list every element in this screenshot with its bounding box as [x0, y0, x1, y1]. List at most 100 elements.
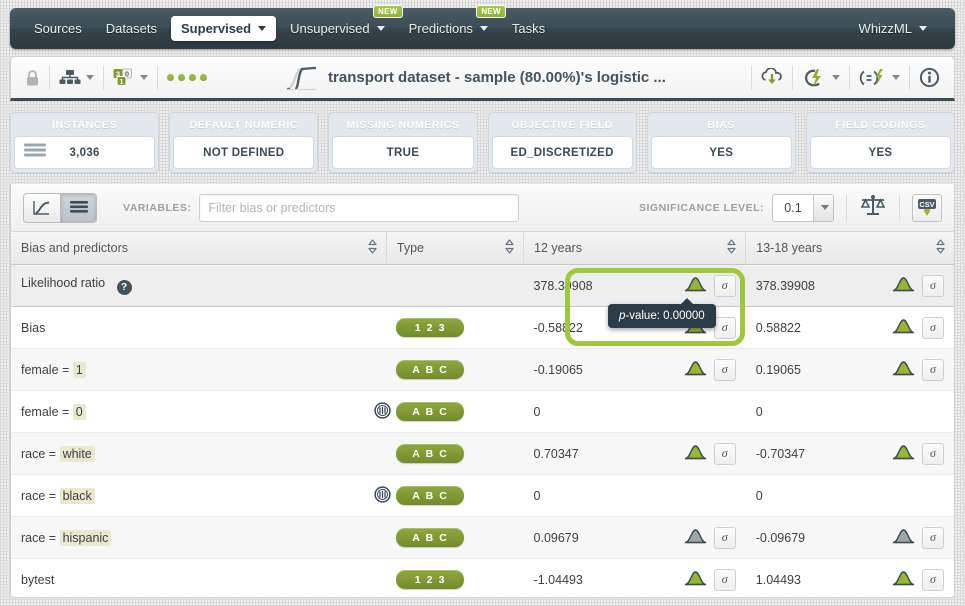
- column-header-13-18-years[interactable]: 13-18 years: [745, 232, 954, 265]
- nav-inner: Sources Datasets Supervised Unsupervised…: [10, 5, 955, 49]
- distribution-icon[interactable]: [892, 276, 915, 295]
- distribution-icon[interactable]: [684, 360, 707, 379]
- card-value: ED_DISCRETIZED: [510, 146, 614, 159]
- summary-card-missing-numerics: MISSING NUMERICS TRUE: [328, 112, 478, 173]
- nav-item-sources[interactable]: Sources: [24, 16, 92, 41]
- sigma-button[interactable]: σ: [713, 568, 736, 591]
- nav-label: Datasets: [105, 21, 158, 36]
- sigma-button[interactable]: σ: [713, 274, 736, 297]
- distribution-icon[interactable]: [892, 360, 915, 379]
- sigma-button[interactable]: σ: [922, 316, 944, 339]
- cell-actions: σ: [892, 526, 944, 549]
- export-csv-button[interactable]: CSV: [912, 193, 942, 222]
- coefficient-value: 0: [533, 488, 541, 503]
- column-header-type[interactable]: Type: [385, 232, 524, 265]
- tooltip-text: -value: 0.00000: [625, 310, 705, 322]
- sort-icon[interactable]: [936, 239, 945, 257]
- sigma-button[interactable]: σ: [713, 316, 736, 339]
- sigma-button[interactable]: σ: [713, 442, 736, 465]
- predictor-prefix: race =: [21, 530, 60, 545]
- nav-item-supervised[interactable]: Supervised: [171, 16, 277, 41]
- card-title: INSTANCES: [51, 119, 118, 131]
- nav-label: Supervised: [181, 21, 252, 36]
- logistic-curve-icon: [286, 66, 317, 90]
- coefficient-value: -0.70347: [755, 446, 806, 461]
- chevron-down-icon: [891, 75, 900, 80]
- batch-prediction-button[interactable]: [859, 68, 900, 88]
- significance-level-select[interactable]: 0.1: [772, 193, 834, 222]
- card-body: 3,036: [14, 136, 156, 169]
- distribution-icon[interactable]: [892, 444, 915, 463]
- nav-item-account-whizzml[interactable]: WhizzML: [849, 16, 937, 41]
- column-header-12-years[interactable]: 12 years: [523, 232, 746, 265]
- sigma-button[interactable]: σ: [922, 274, 944, 297]
- chart-view-button[interactable]: [24, 193, 60, 222]
- cell-value-13-18-years: 1.04493 σ: [745, 558, 954, 597]
- cell-predictor: bytest: [11, 558, 387, 597]
- model-info-button[interactable]: [919, 67, 940, 88]
- divider: [157, 65, 158, 90]
- privacy-lock-button[interactable]: [25, 69, 40, 87]
- share-model-button[interactable]: [59, 69, 94, 87]
- distribution-icon[interactable]: [892, 570, 915, 589]
- distribution-icon[interactable]: [684, 528, 707, 547]
- distribution-icon[interactable]: [684, 276, 707, 295]
- sigma-button[interactable]: σ: [922, 568, 944, 591]
- divider: [908, 65, 910, 90]
- table-view-button[interactable]: [60, 193, 96, 222]
- distribution-icon[interactable]: [684, 570, 707, 589]
- card-value: TRUE: [386, 146, 420, 159]
- sigma-button[interactable]: σ: [713, 358, 736, 381]
- chevron-down-icon: [258, 26, 267, 31]
- sigma-button[interactable]: σ: [922, 526, 944, 549]
- table-row: female = 0 A B C 0 0: [11, 390, 954, 433]
- nav-item-datasets[interactable]: Datasets: [96, 16, 167, 41]
- divider: [848, 65, 850, 90]
- svg-text:CSV: CSV: [919, 200, 934, 209]
- nav-item-tasks[interactable]: Tasks: [502, 16, 555, 41]
- type-badge: 1 2 3: [396, 570, 465, 589]
- coefficient-value: -1.04493: [533, 572, 583, 587]
- download-model-button[interactable]: [761, 67, 783, 88]
- sigma-button[interactable]: σ: [922, 442, 944, 465]
- network-share-icon: [59, 69, 81, 84]
- sigma-button[interactable]: σ: [922, 358, 944, 381]
- cell-predictor: race = hispanic: [11, 516, 387, 559]
- sigma-button[interactable]: σ: [713, 526, 736, 549]
- predictor-name: bytest: [21, 572, 55, 587]
- field-types-button[interactable]: 3 0 1: [113, 68, 148, 88]
- cell-value-13-18-years: 0: [745, 390, 954, 433]
- predictor-prefix: race =: [21, 488, 60, 503]
- model-actions-button[interactable]: [802, 68, 840, 88]
- nav-item-unsupervised[interactable]: Unsupervised NEW: [280, 5, 403, 41]
- reference-field-icon: [374, 401, 392, 422]
- csv-download-icon: CSV: [918, 198, 936, 216]
- toolbar-right-actions: [742, 65, 940, 90]
- cell-type: [386, 264, 524, 307]
- column-header-bias-and-predictors[interactable]: Bias and predictors: [11, 232, 387, 265]
- column-label: Bias and predictors: [21, 241, 129, 255]
- distribution-icon[interactable]: [892, 318, 915, 337]
- coefficient-value: 378.39908: [533, 278, 593, 293]
- sort-icon[interactable]: [505, 239, 514, 257]
- cell-value-13-18-years: 0.19065 σ: [745, 348, 954, 391]
- status-dot: [167, 74, 174, 81]
- nav-item-predictions[interactable]: Predictions NEW: [399, 5, 506, 41]
- field-types-icon: 3 0 1: [113, 68, 132, 86]
- sort-icon[interactable]: [727, 239, 736, 257]
- divider: [49, 65, 50, 90]
- distribution-icon[interactable]: [684, 444, 707, 463]
- cell-value-12-years: 378.39908 σ: [523, 264, 746, 307]
- sort-icon[interactable]: [368, 239, 377, 257]
- help-icon[interactable]: ?: [116, 280, 132, 295]
- compare-models-button[interactable]: [859, 193, 887, 222]
- table-header-row: Bias and predictors Type 12 years 13-18 …: [11, 232, 954, 265]
- coefficient-value: -0.19065: [533, 362, 583, 377]
- predictor-prefix: female =: [21, 404, 73, 419]
- chevron-down-icon: [376, 26, 385, 31]
- distribution-icon[interactable]: [892, 528, 915, 547]
- reference-field-icon: [374, 485, 392, 506]
- cell-actions: σ: [892, 442, 944, 465]
- variables-filter-input[interactable]: [199, 193, 520, 222]
- table-row: race = white A B C 0.70347 σ -0.70347 σ: [11, 432, 954, 475]
